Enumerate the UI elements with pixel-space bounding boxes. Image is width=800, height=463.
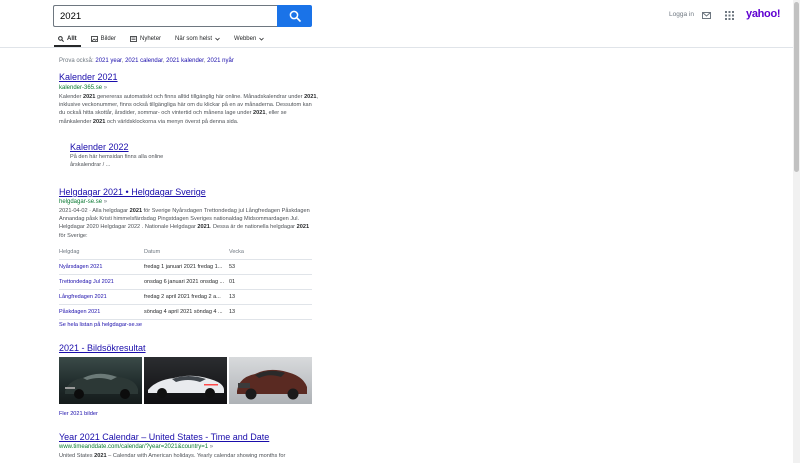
- sitelink-snippet: På den här hemsidan finns alla online år…: [70, 154, 164, 169]
- result-snippet: United States 2021 – Calendar with Ameri…: [59, 453, 286, 459]
- active-tab-indicator: [54, 45, 81, 47]
- table-cell: 13: [229, 289, 312, 305]
- login-link[interactable]: Logga in: [669, 11, 694, 18]
- also-try-label: Prova också:: [59, 58, 94, 64]
- table-cell: 13: [229, 304, 312, 320]
- search-input[interactable]: [53, 5, 277, 27]
- column-header: Helgdag: [59, 246, 144, 260]
- also-try-link[interactable]: 2021 nyår: [207, 58, 234, 64]
- tab-label: Bilder: [100, 36, 117, 42]
- image-icon: [90, 36, 98, 42]
- scrollbar-thumb[interactable]: [794, 2, 799, 172]
- holiday-link[interactable]: Långfredagen 2021: [59, 289, 144, 305]
- result-snippet: 2021-04-02 · Alla helgdagar 2021 för Sve…: [59, 208, 310, 239]
- see-full-list-link[interactable]: Se hela listan på helgdagar-se.se: [59, 321, 319, 329]
- table-cell: 01: [229, 274, 312, 290]
- also-try: Prova också: 2021 year, 2021 calendar, 2…: [59, 58, 234, 64]
- news-icon: [130, 36, 137, 42]
- car-image-thumbnail[interactable]: [144, 357, 227, 404]
- search-icon: [58, 36, 64, 42]
- holiday-link[interactable]: Trettondedag Jul 2021: [59, 274, 144, 290]
- car-image-thumbnail[interactable]: [229, 357, 312, 404]
- table-row: Trettondedag Jul 2021 onsdag 6 januari 2…: [59, 274, 312, 290]
- result-title[interactable]: Year 2021 Calendar – United States - Tim…: [59, 432, 269, 442]
- search-button[interactable]: [277, 5, 312, 27]
- table-row: Långfredagen 2021 fredag 2 april 2021 fr…: [59, 289, 312, 305]
- chevron-down-icon: [215, 37, 220, 41]
- search-icon: [289, 10, 301, 22]
- apps-grid-icon[interactable]: [725, 11, 734, 20]
- table-header-row: Helgdag Datum Vecka: [59, 246, 312, 260]
- search-tabs: Allt Bilder Nyheter När som helst Webben: [58, 33, 278, 47]
- result-url[interactable]: www.timeanddate.com/calendar/?year=2021&…: [59, 444, 213, 450]
- table-cell: 53: [229, 259, 312, 275]
- table-cell: söndag 4 april 2021 söndag 4 ...: [144, 304, 229, 320]
- also-try-link[interactable]: 2021 calendar: [125, 58, 163, 64]
- result-snippet: Kalender 2021 genereras automatiskt och …: [59, 94, 319, 125]
- tab-label: När som helst: [175, 36, 213, 42]
- result-url[interactable]: kalender-365.se »: [59, 85, 107, 91]
- yahoo-logo[interactable]: yahoo!: [746, 8, 781, 20]
- image-results-title[interactable]: 2021 - Bildsökresultat: [59, 343, 146, 353]
- tab-anytime-dropdown[interactable]: När som helst: [175, 33, 220, 45]
- result-url[interactable]: helgdagar-se.se »: [59, 199, 107, 205]
- more-images-link[interactable]: Fler 2021 bilder: [59, 410, 319, 418]
- also-try-link[interactable]: 2021 kalender: [166, 58, 204, 64]
- table-cell: fredag 2 april 2021 fredag 2 a...: [144, 289, 229, 305]
- tab-label: Webben: [234, 36, 257, 42]
- table-row: Påskdagen 2021 söndag 4 april 2021 sönda…: [59, 304, 312, 320]
- tab-web-dropdown[interactable]: Webben: [234, 33, 265, 45]
- mail-icon[interactable]: [702, 12, 711, 19]
- tab-label: Nyheter: [140, 36, 162, 42]
- also-try-link[interactable]: 2021 year: [95, 58, 121, 64]
- tab-all[interactable]: Allt: [58, 33, 77, 45]
- car-image-thumbnail[interactable]: [59, 357, 142, 404]
- tab-label: Allt: [67, 36, 77, 42]
- tab-news[interactable]: Nyheter: [130, 33, 161, 45]
- tab-images[interactable]: Bilder: [90, 33, 117, 45]
- chevron-down-icon: [259, 37, 265, 41]
- table-row: Nyårsdagen 2021 fredag 1 januari 2021 fr…: [59, 259, 312, 275]
- holiday-link[interactable]: Nyårsdagen 2021: [59, 259, 144, 275]
- holiday-link[interactable]: Påskdagen 2021: [59, 304, 144, 320]
- image-results-row: [59, 357, 312, 404]
- table-cell: onsdag 6 januari 2021 onsdag ...: [144, 274, 229, 290]
- sitelink-title[interactable]: Kalender 2022: [70, 142, 129, 152]
- result-title[interactable]: Helgdagar 2021 • Helgdagar Sverige: [59, 187, 206, 197]
- column-header: Datum: [144, 246, 229, 260]
- table-cell: fredag 1 januari 2021 fredag 1...: [144, 259, 229, 275]
- result-title[interactable]: Kalender 2021: [59, 72, 118, 82]
- column-header: Vecka: [229, 246, 312, 260]
- holidays-table: Helgdag Datum Vecka Nyårsdagen 2021 fred…: [59, 246, 312, 320]
